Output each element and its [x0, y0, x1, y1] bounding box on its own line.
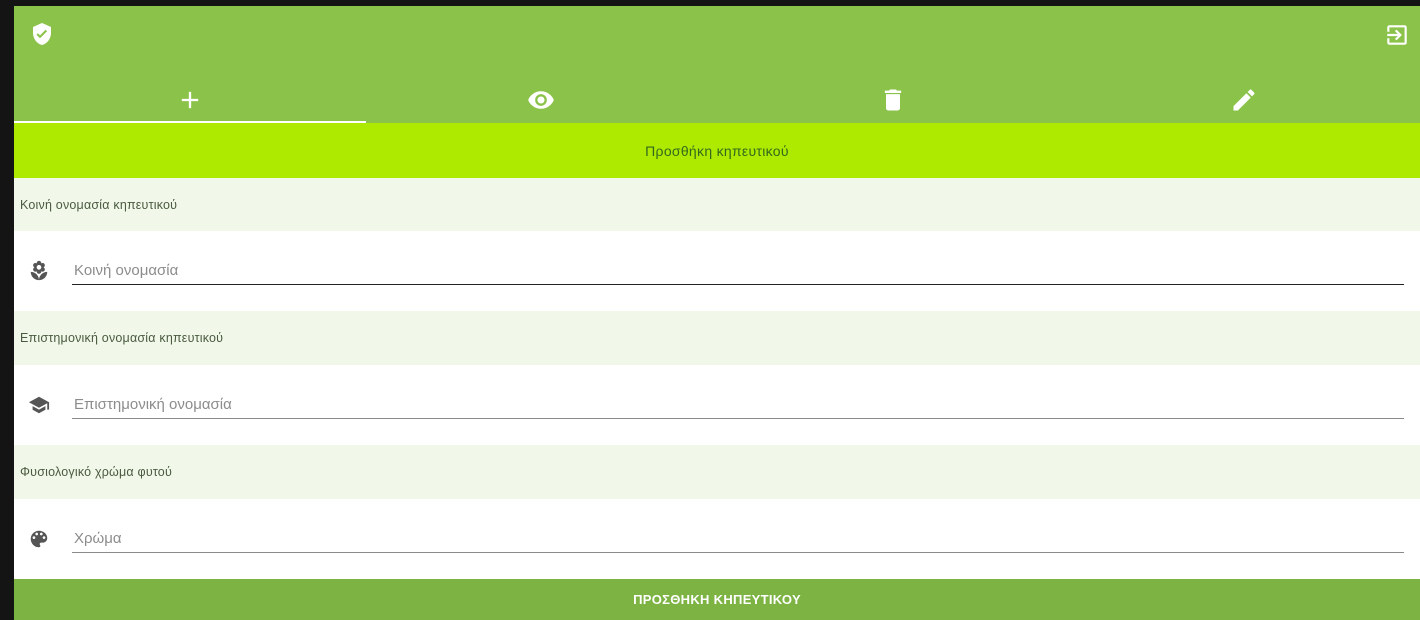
scientific-name-row — [14, 365, 1420, 445]
common-name-input[interactable] — [72, 257, 1404, 285]
tab-view[interactable] — [366, 76, 718, 123]
tab-bar — [14, 76, 1420, 123]
graduation-cap-icon — [28, 396, 50, 414]
page-title: Προσθήκη κηπευτικού — [14, 123, 1420, 178]
tab-delete[interactable] — [717, 76, 1069, 123]
common-name-row — [14, 231, 1420, 311]
exit-icon[interactable] — [1384, 22, 1410, 48]
add-vegetable-button[interactable]: ΠΡΟΣΘΗΚΗ ΚΗΠΕΥΤΙΚΟΥ — [14, 579, 1420, 620]
top-app-bar — [14, 6, 1420, 123]
trash-icon — [884, 89, 901, 110]
flower-icon — [30, 260, 48, 281]
shield-check-icon — [33, 23, 51, 45]
color-row — [14, 499, 1420, 579]
section-label-common-name: Κοινή ονομασία κηπευτικού — [14, 178, 1420, 231]
palette-icon — [30, 530, 48, 548]
tab-add[interactable] — [14, 76, 366, 123]
section-label-color: Φυσιολογικό χρώμα φυτού — [14, 445, 1420, 499]
tab-edit[interactable] — [1069, 76, 1420, 123]
color-input[interactable] — [72, 525, 1404, 553]
app-window: Προσθήκη κηπευτικού Κοινή ονομασία κηπευ… — [14, 6, 1420, 620]
pencil-icon — [1233, 88, 1255, 110]
eye-icon — [528, 90, 555, 109]
section-label-scientific-name: Επιστημονική ονομασία κηπευτικού — [14, 311, 1420, 365]
scientific-name-input[interactable] — [72, 391, 1404, 419]
plus-icon — [181, 91, 198, 108]
